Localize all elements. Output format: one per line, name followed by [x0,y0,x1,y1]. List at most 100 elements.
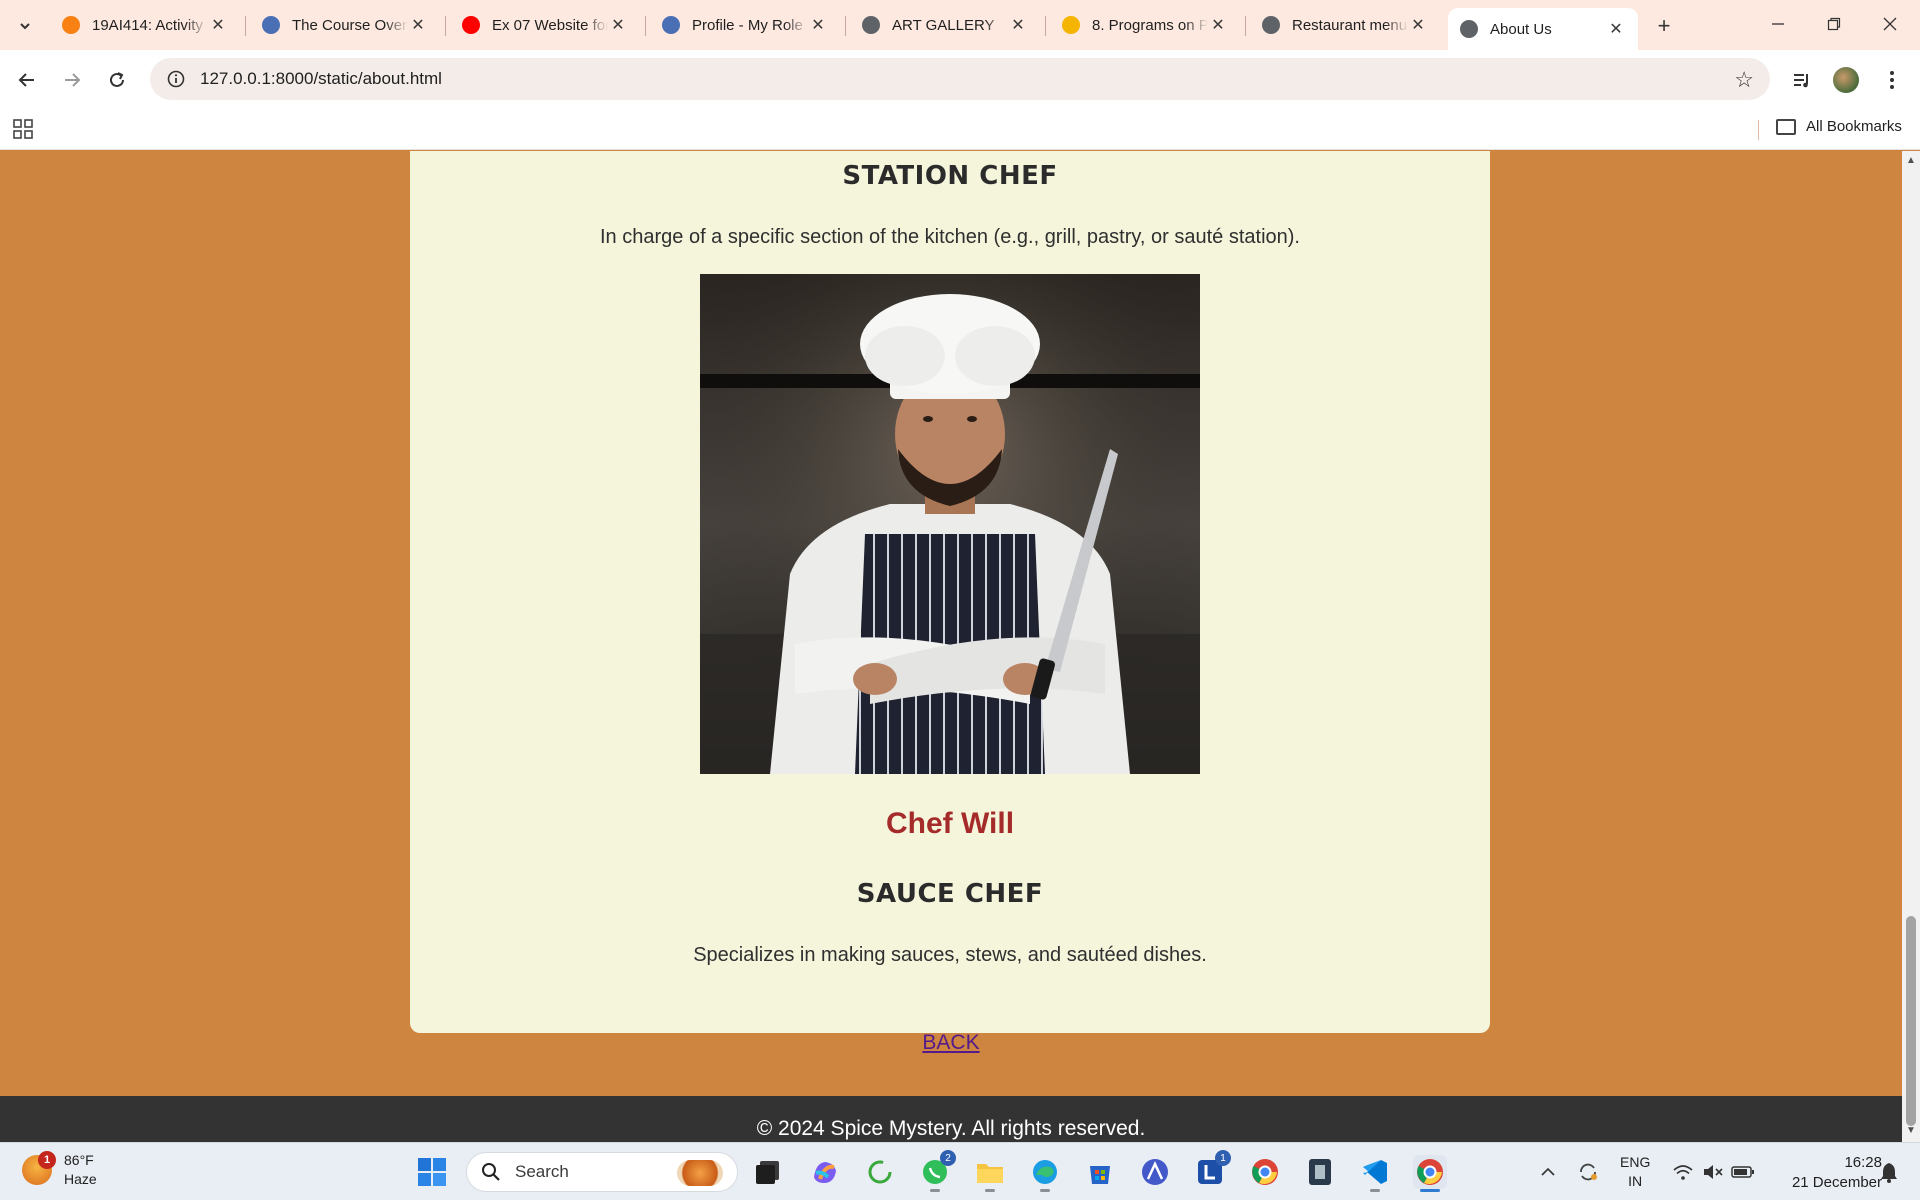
weather-badge: 1 [38,1151,56,1169]
bookmarks-divider [1758,120,1759,140]
running-indicator [930,1189,940,1192]
apps-grid-icon[interactable] [12,118,34,140]
taskbar-search-label: Search [515,1162,569,1181]
tab-close-icon[interactable]: ✕ [608,15,628,35]
tab-3[interactable]: Ex 07 Website for ✕ [450,8,640,42]
tab-1[interactable]: 19AI414: Activity ✕ [50,8,240,42]
running-indicator [985,1189,995,1192]
back-link[interactable]: BACK [0,1031,1902,1055]
staff-card: STATION CHEF In charge of a specific sec… [410,151,1490,1033]
tab-separator [845,16,846,36]
profile-avatar[interactable] [1830,64,1862,96]
forward-arrow-icon[interactable] [56,64,88,96]
scrollbar-thumb[interactable] [1906,916,1916,1126]
battery-icon[interactable] [1728,1155,1758,1189]
l-app-icon[interactable]: 1 [1193,1150,1231,1189]
role-description-sauce-chef: Specializes in making sauces, stews, and… [693,944,1207,966]
weather-widget[interactable]: 1 86°F Haze [22,1151,97,1189]
tab-separator [245,16,246,36]
clock-date: 21 December [1791,1174,1882,1191]
kebab-menu-icon[interactable] [1876,64,1908,96]
bookmark-star-icon[interactable]: ☆ [1734,67,1754,93]
tab-title: Ex 07 Website for [492,16,608,34]
bookmarks-bar: All Bookmarks [0,108,1920,150]
arc-app-icon[interactable] [1138,1155,1172,1189]
edge-icon[interactable] [1028,1155,1062,1192]
language-region: IN [1628,1173,1643,1189]
role-description-station-chef: In charge of a specific section of the k… [600,226,1300,248]
chef-name: Chef Will [885,807,1015,840]
tab-title: 8. Programs on Python [1092,16,1208,34]
slides-icon [1062,16,1080,34]
taskbar-search[interactable]: Search [466,1152,738,1192]
running-indicator [1420,1189,1440,1192]
tab-close-icon[interactable]: ✕ [408,15,428,35]
page-viewport: STATION CHEF In charge of a specific sec… [0,151,1902,1142]
file-explorer-icon[interactable] [973,1155,1007,1192]
chef-photo [700,274,1200,774]
terminal-app-icon[interactable] [1303,1155,1337,1189]
refresh-app-icon[interactable] [863,1155,897,1189]
tab-search-chevron-icon[interactable] [12,13,38,39]
role-title-sauce-chef: SAUCE CHEF [856,879,1044,909]
tab-title: 19AI414: Activity [92,16,203,34]
tab-separator [1245,16,1246,36]
new-tab-button[interactable]: + [1650,12,1678,40]
tab-close-icon[interactable]: ✕ [1208,15,1228,35]
role-title-station-chef: STATION CHEF [842,161,1058,191]
site-info-icon[interactable] [156,70,196,88]
scroll-down-icon[interactable]: ▼ [1906,1126,1916,1136]
windows-start-icon[interactable] [415,1155,449,1189]
globe-icon [1262,16,1280,34]
tab-title: ART GALLERY [892,16,995,34]
search-icon [482,1163,500,1181]
address-bar[interactable]: 127.0.0.1:8000/static/about.html ☆ [150,58,1770,100]
page-scrollbar[interactable]: ▲ ▼ [1902,151,1920,1142]
tray-chevron-up-icon[interactable] [1532,1155,1564,1189]
sync-icon[interactable] [1572,1155,1604,1189]
running-indicator [1040,1189,1050,1192]
wifi-icon[interactable] [1668,1155,1698,1189]
tab-close-icon[interactable]: ✕ [1606,19,1626,39]
tab-6[interactable]: 8. Programs on Python✕ [1050,8,1240,42]
vscode-icon[interactable] [1358,1155,1392,1192]
tab-4[interactable]: Profile - My Role ✕ [650,8,840,42]
page-footer: © 2024 Spice Mystery. All rights reserve… [0,1096,1902,1142]
back-arrow-icon[interactable] [11,64,43,96]
youtube-icon [462,16,480,34]
windows-taskbar: 1 86°F Haze Search 2 1 ENG IN 16:28 21 D… [0,1142,1920,1200]
tab-8[interactable]: About Us ✕ [1448,8,1638,50]
all-bookmarks-button[interactable]: All Bookmarks [1776,118,1902,135]
media-controls-icon[interactable] [1786,64,1818,96]
copilot-icon[interactable] [808,1155,842,1189]
chrome-icon[interactable] [1248,1155,1282,1189]
microsoft-store-icon[interactable] [1083,1155,1117,1189]
tab-close-icon[interactable]: ✕ [1008,15,1028,35]
tab-close-icon[interactable]: ✕ [208,15,228,35]
weather-temp: 86°F [64,1152,94,1168]
notification-bell-icon[interactable] [1874,1155,1904,1189]
weather-condition: Haze [64,1171,97,1187]
system-clock[interactable]: 16:28 21 December [1772,1153,1882,1193]
reload-icon[interactable] [101,64,133,96]
globe-icon [1460,20,1478,38]
tab-title: About Us [1490,20,1552,38]
tab-separator [445,16,446,36]
task-view-icon[interactable] [751,1155,785,1189]
whatsapp-icon[interactable]: 2 [918,1150,956,1192]
language-indicator[interactable]: ENG IN [1620,1153,1650,1191]
tab-close-icon[interactable]: ✕ [808,15,828,35]
globe-icon [862,16,880,34]
tab-7[interactable]: Restaurant menu ✕ [1250,8,1440,42]
close-window-icon[interactable] [1862,0,1918,48]
restore-icon[interactable] [1806,0,1862,48]
chrome-active-icon[interactable] [1413,1155,1447,1192]
url-text[interactable]: 127.0.0.1:8000/static/about.html [200,69,442,89]
scroll-up-icon[interactable]: ▲ [1906,156,1916,166]
tab-5[interactable]: ART GALLERY ✕ [850,8,1040,42]
minimize-icon[interactable] [1750,0,1806,48]
volume-muted-icon[interactable] [1698,1155,1728,1189]
tab-title: The Course Overview [292,16,408,34]
tab-2[interactable]: The Course Overview✕ [250,8,440,42]
tab-close-icon[interactable]: ✕ [1408,15,1428,35]
